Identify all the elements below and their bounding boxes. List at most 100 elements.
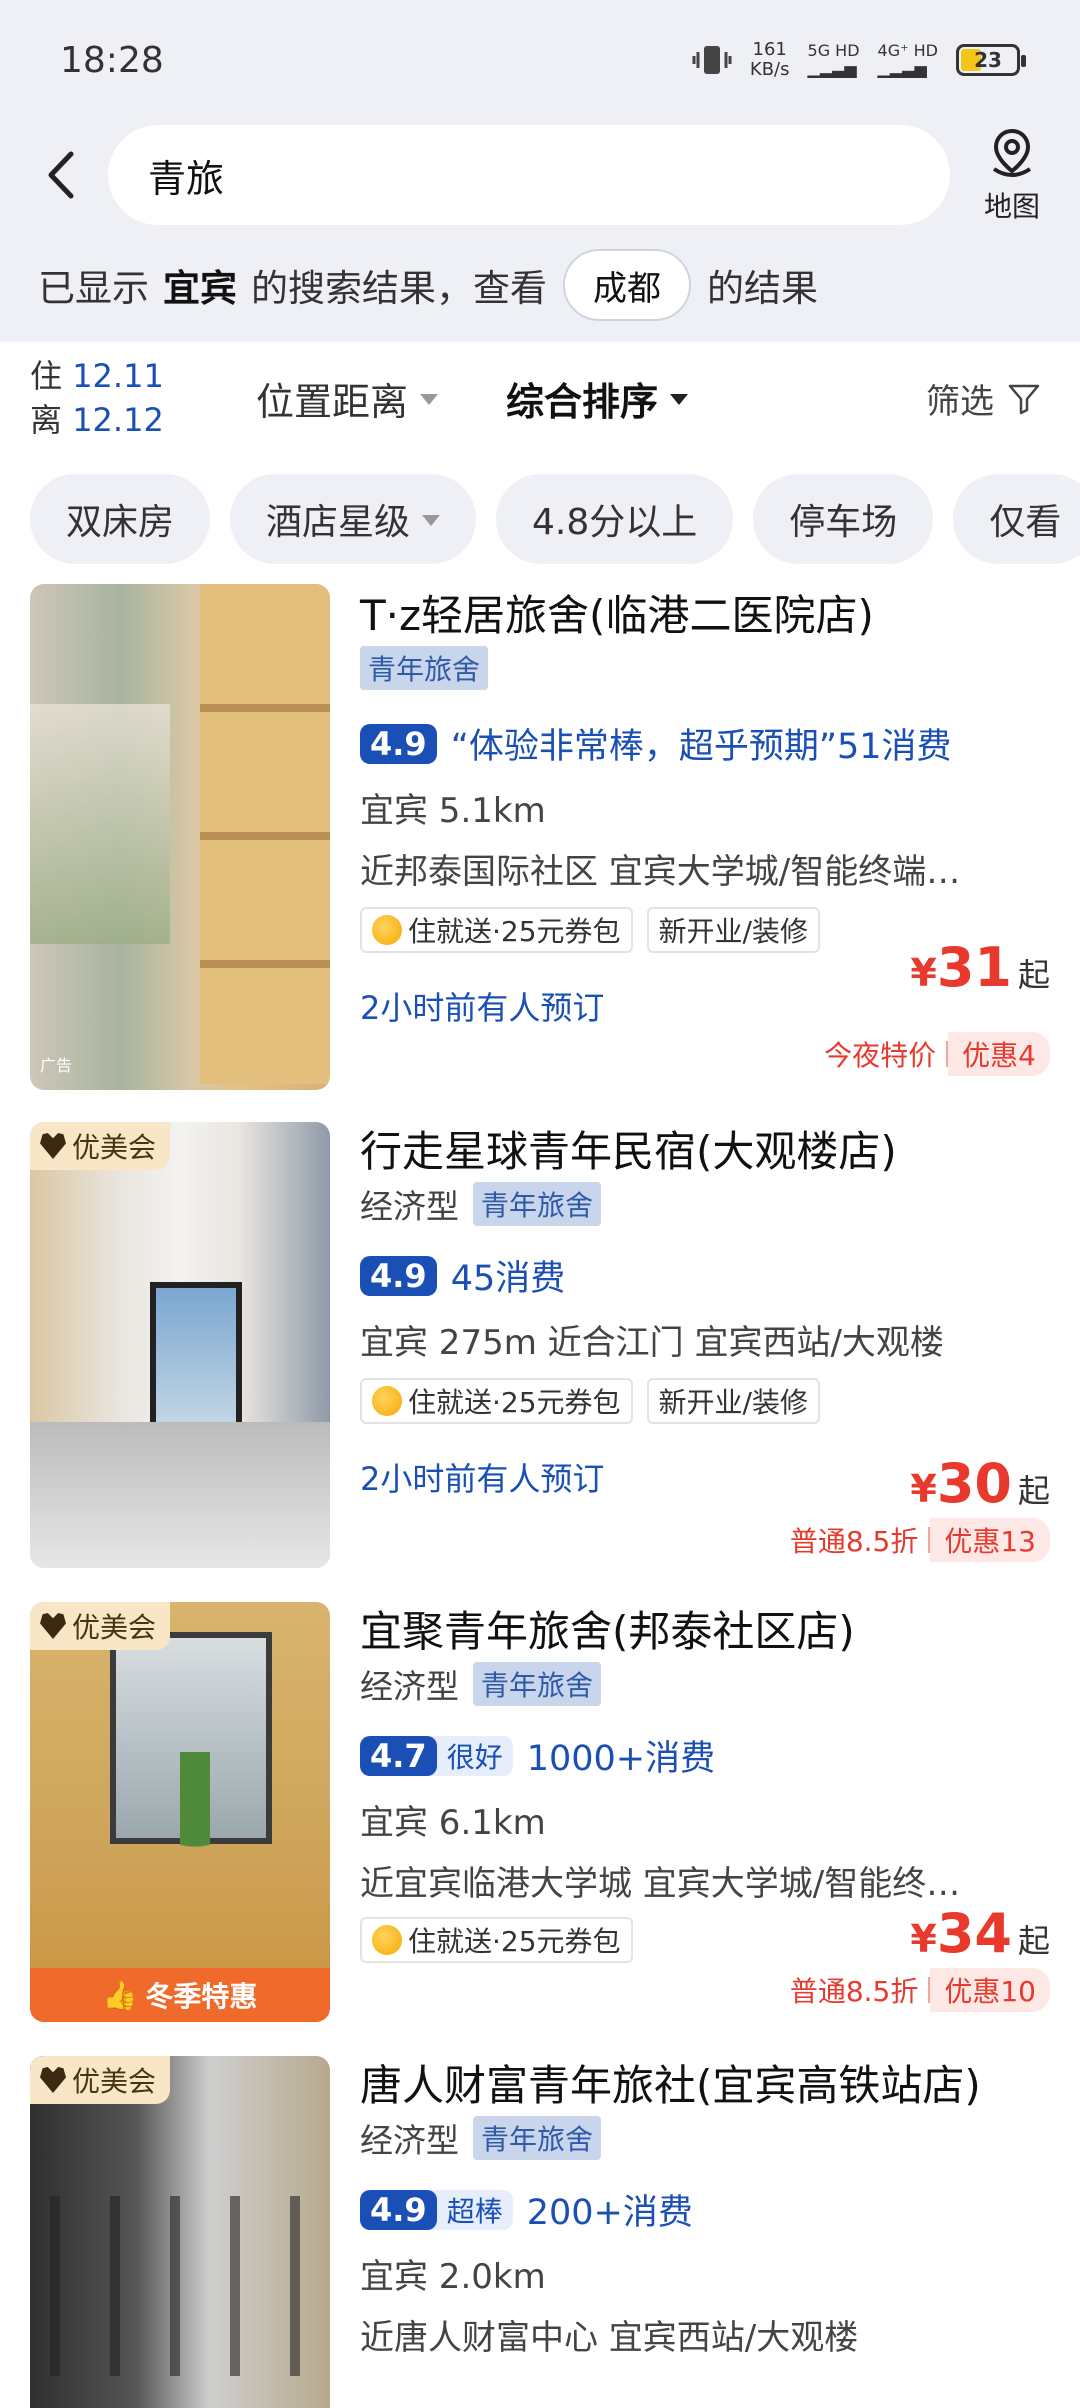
signal-5g: 5G HD ▁▂▃▅: [807, 41, 860, 78]
hotel-name: 行走星球青年民宿(大观楼店): [360, 1127, 897, 1176]
coupon-promo: 住就送·25元券包: [360, 907, 633, 953]
map-pin-icon: [992, 128, 1032, 177]
city-notice: 已显示 宜宾 的搜索结果，查看 成都 的结果: [0, 230, 1080, 340]
hotel-photo: 广告: [30, 584, 330, 1090]
distance: 宜宾 2.0km: [360, 2257, 546, 2297]
distance: 宜宾 6.1km: [360, 1803, 546, 1843]
hotel-info: 唐人财富青年旅社(宜宾高铁站店) 经济型 青年旅舍 4.9 超棒 200+消费 宜宾 …: [330, 2056, 1050, 2408]
coupon-promo: 住就送·25元券包: [360, 1378, 633, 1424]
search-row: 青旅 地图: [0, 120, 1080, 230]
new-open-tag: 新开业/装修: [646, 907, 820, 953]
back-icon[interactable]: [36, 140, 86, 210]
review-summary: “体验非常棒，超乎预期”51消费: [450, 727, 952, 767]
heart-icon: [40, 1133, 66, 1159]
distance: 宜宾 5.1km: [360, 791, 546, 831]
review-summary: 200+消费: [526, 2193, 693, 2233]
chip-twin-room[interactable]: 双床房: [30, 474, 211, 564]
signal-bars-icon: ▁▂▃▅: [877, 59, 927, 78]
date-selector[interactable]: 住 12.11 离 12.12: [30, 354, 220, 442]
current-city: 宜宾: [163, 267, 237, 310]
location: 近邦泰国际社区 宜宾大学城/智能终端…: [360, 852, 961, 892]
battery-icon: 23: [956, 44, 1026, 76]
location: 近唐人财富中心 宜宾西站/大观楼: [360, 2318, 859, 2358]
chip-rating-4-8[interactable]: 4.8分以上: [496, 474, 734, 564]
checkin-date: 12.11: [72, 357, 164, 395]
price: ¥31 起: [910, 936, 1050, 999]
price: ¥30 起: [910, 1452, 1050, 1515]
alt-city-button[interactable]: 成都: [563, 249, 691, 321]
filter-bar: 住 12.11 离 12.12 位置距离 综合排序 筛选: [0, 342, 1080, 454]
thumbs-up-icon: 👍: [102, 1978, 138, 2012]
hostel-tag: 青年旅舍: [473, 1182, 602, 1226]
vibrate-icon: [692, 46, 732, 74]
dropdown-triangle-icon: [670, 394, 689, 405]
rating-box: 4.7 很好: [360, 1735, 513, 1776]
signal-bars-icon: ▁▂▃▅: [807, 59, 857, 78]
deal-tag: 普通8.5折 优惠13: [780, 1518, 1050, 1562]
chip-hotel-star[interactable]: 酒店星级: [230, 474, 477, 564]
chip-only-view[interactable]: 仅看: [953, 474, 1080, 564]
hotel-name: T·z轻居旅舍(临港二医院店): [360, 591, 874, 640]
hotel-photo: 优美会: [30, 1122, 330, 1568]
quick-filter-chips: 双床房 酒店星级 4.8分以上 停车场 仅看: [0, 454, 1080, 584]
hotel-card[interactable]: 优美会 唐人财富青年旅社(宜宾高铁站店) 经济型 青年旅舍 4.9 超棒 200+消费…: [0, 2056, 1080, 2408]
new-open-tag: 新开业/装修: [646, 1378, 820, 1424]
hotel-name: 唐人财富青年旅社(宜宾高铁站店): [360, 2061, 981, 2110]
vip-badge: 优美会: [30, 1602, 171, 1650]
hotel-card[interactable]: 优美会 👍 冬季特惠 宜聚青年旅舍(邦泰社区店) 经济型 青年旅舍 4.7 很好 100…: [0, 1602, 1080, 2056]
heart-icon: [40, 1613, 66, 1639]
hotel-photo: 优美会: [30, 2056, 330, 2408]
location: 宜宾 275m 近合江门 宜宾西站/大观楼: [360, 1323, 944, 1363]
search-input[interactable]: 青旅: [108, 125, 950, 225]
map-button[interactable]: 地图: [972, 125, 1052, 225]
map-label: 地图: [983, 190, 1040, 223]
ad-label: 广告: [40, 1056, 73, 1075]
status-bar: 18:28 161 KB/s 5G HD ▁▂▃▅ 4G⁺ HD ▁▂▃▅ 23: [0, 0, 1080, 120]
dropdown-triangle-icon: [420, 394, 439, 405]
hotel-category: 经济型: [360, 1667, 459, 1706]
gift-bell-icon: [372, 1386, 402, 1416]
net-speed: 161 KB/s: [749, 39, 790, 80]
dropdown-triangle-icon: [422, 515, 441, 526]
hostel-tag: 青年旅舍: [473, 1662, 602, 1706]
hotel-category: 经济型: [360, 1187, 459, 1226]
screen-filter[interactable]: 筛选: [926, 374, 1042, 423]
signal-4g: 4G⁺ HD ▁▂▃▅: [877, 41, 938, 78]
clock: 18:28: [60, 39, 164, 81]
rating-label: 很好: [446, 1740, 503, 1774]
position-distance-filter[interactable]: 位置距离: [256, 371, 439, 426]
hotel-info: 宜聚青年旅舍(邦泰社区店) 经济型 青年旅舍 4.7 很好 1000+消费 宜宾 6.…: [330, 1602, 1050, 2056]
hotel-card[interactable]: 广告 T·z轻居旅舍(临港二医院店) 青年旅舍 4.9 “体验非常棒，超乎预期”5…: [0, 584, 1080, 1122]
price: ¥34 起: [910, 1902, 1050, 1965]
deal-tag: 普通8.5折 优惠10: [780, 1968, 1050, 2012]
chip-parking[interactable]: 停车场: [753, 474, 934, 564]
system-indicators: 161 KB/s 5G HD ▁▂▃▅ 4G⁺ HD ▁▂▃▅ 23: [692, 39, 1026, 80]
rating-score: 4.7: [360, 1735, 437, 1776]
checkout-date: 12.12: [72, 401, 164, 439]
rating-score: 4.9: [360, 1255, 437, 1296]
hotel-card[interactable]: 优美会 行走星球青年民宿(大观楼店) 经济型 青年旅舍 4.9 45消费 宜宾 27…: [0, 1122, 1080, 1602]
hostel-tag: 青年旅舍: [360, 646, 489, 690]
deal-tag: 今夜特价 优惠4: [814, 1032, 1050, 1076]
heart-icon: [40, 2067, 66, 2093]
coupon-promo: 住就送·25元券包: [360, 1917, 633, 1963]
rating-box: 4.9 超棒: [360, 2189, 513, 2230]
sort-filter[interactable]: 综合排序: [506, 371, 689, 426]
hotel-list: 广告 T·z轻居旅舍(临港二医院店) 青年旅舍 4.9 “体验非常棒，超乎预期”5…: [0, 584, 1080, 2408]
vip-badge: 优美会: [30, 2056, 171, 2104]
winter-deal-banner: 👍 冬季特惠: [30, 1968, 330, 2022]
hotel-info: T·z轻居旅舍(临港二医院店) 青年旅舍 4.9 “体验非常棒，超乎预期”51消费…: [330, 584, 1050, 1122]
vip-badge: 优美会: [30, 1122, 171, 1170]
rating-score: 4.9: [360, 723, 437, 764]
gift-bell-icon: [372, 915, 402, 945]
hostel-tag: 青年旅舍: [473, 2116, 602, 2160]
hotel-name: 宜聚青年旅舍(邦泰社区店): [360, 1607, 855, 1656]
rating-label: 超棒: [446, 2194, 503, 2228]
location: 近宜宾临港大学城 宜宾大学城/智能终…: [360, 1864, 961, 1904]
hotel-info: 行走星球青年民宿(大观楼店) 经济型 青年旅舍 4.9 45消费 宜宾 275m 近…: [330, 1122, 1050, 1602]
review-summary: 45消费: [450, 1259, 566, 1299]
gift-bell-icon: [372, 1925, 402, 1955]
hotel-photo: 优美会 👍 冬季特惠: [30, 1602, 330, 2022]
header-area: 18:28 161 KB/s 5G HD ▁▂▃▅ 4G⁺ HD ▁▂▃▅ 23 青旅…: [0, 0, 1080, 342]
hotel-category: 经济型: [360, 2121, 459, 2160]
